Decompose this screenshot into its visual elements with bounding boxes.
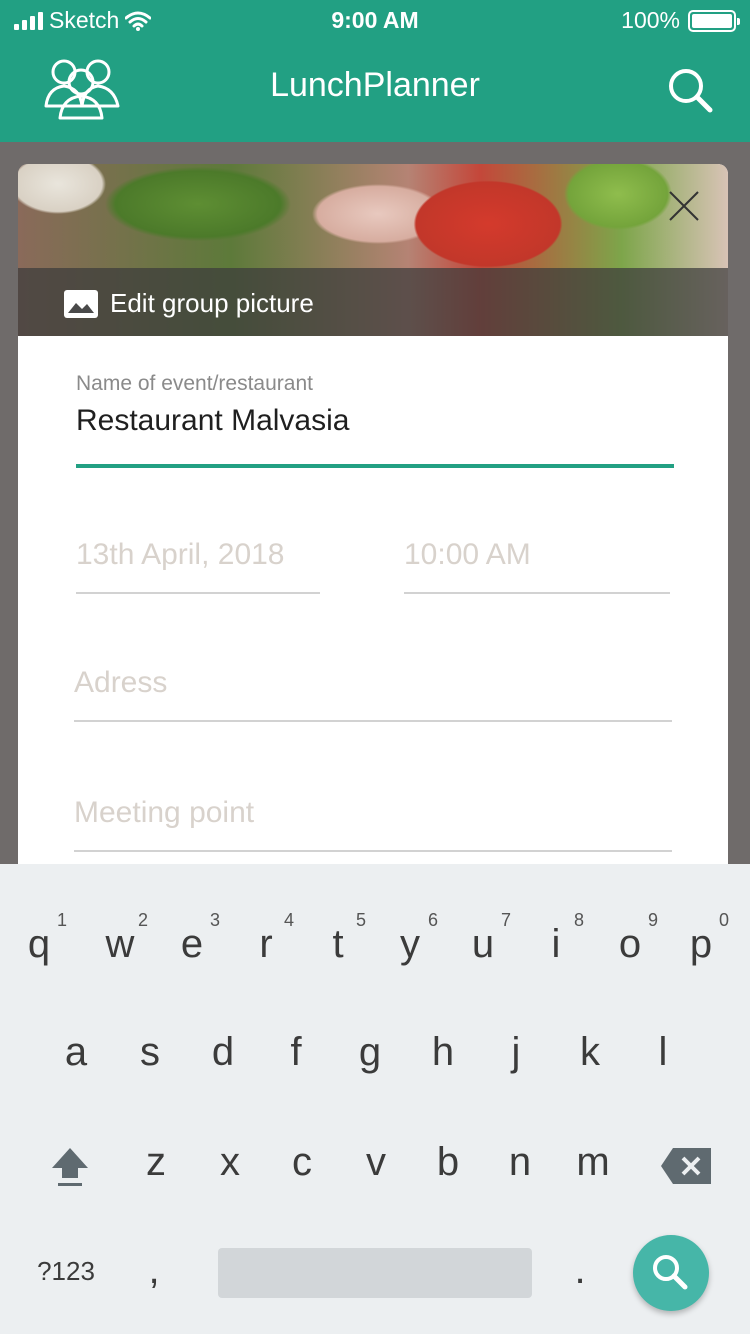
key-number-hint: 9 bbox=[647, 910, 658, 930]
key-number-hint: 4 bbox=[283, 910, 294, 930]
key-4[interactable]: 5t bbox=[308, 910, 368, 967]
key-2[interactable]: c bbox=[272, 1140, 332, 1185]
field-underline bbox=[76, 592, 320, 594]
key-7[interactable]: k bbox=[560, 1030, 620, 1075]
key-letter: l bbox=[658, 1030, 668, 1074]
status-bar: Sketch 9:00 AM 100% bbox=[0, 0, 750, 40]
date-field[interactable]: 13th April, 2018 bbox=[76, 536, 320, 594]
event-name-field[interactable]: Name of event/restaurant Restaurant Malv… bbox=[76, 372, 674, 468]
shift-key[interactable] bbox=[40, 1146, 100, 1190]
battery-icon bbox=[688, 9, 740, 32]
key-9[interactable]: 0p bbox=[671, 910, 731, 967]
symbols-key[interactable]: ?123 bbox=[26, 1256, 106, 1287]
key-2[interactable]: d bbox=[193, 1030, 253, 1075]
key-letter: v bbox=[366, 1140, 386, 1184]
event-name-value: Restaurant Malvasia bbox=[76, 404, 350, 437]
key-letter: a bbox=[64, 1030, 88, 1074]
meeting-point-field[interactable]: Meeting point bbox=[74, 794, 672, 852]
key-8[interactable]: 9o bbox=[600, 910, 660, 967]
key-number-hint: 8 bbox=[573, 910, 584, 930]
field-underline bbox=[76, 464, 674, 468]
key-5[interactable]: n bbox=[490, 1140, 550, 1185]
key-2[interactable]: 3e bbox=[162, 910, 222, 967]
search-button[interactable] bbox=[666, 66, 716, 116]
key-number-hint: 7 bbox=[500, 910, 511, 930]
key-number-hint: 0 bbox=[718, 910, 729, 930]
key-8[interactable]: l bbox=[633, 1030, 693, 1075]
key-letter: b bbox=[436, 1140, 460, 1184]
comma-key[interactable]: , bbox=[124, 1248, 184, 1293]
key-number-hint: 6 bbox=[427, 910, 438, 930]
space-key[interactable] bbox=[218, 1248, 532, 1298]
key-3[interactable]: 4r bbox=[236, 910, 296, 967]
search-icon bbox=[669, 69, 713, 113]
event-name-label: Name of event/restaurant bbox=[76, 372, 313, 395]
key-3[interactable]: f bbox=[266, 1030, 326, 1075]
key-number-hint: 2 bbox=[137, 910, 148, 930]
meeting-point-placeholder: Meeting point bbox=[74, 796, 255, 829]
key-letter: g bbox=[358, 1030, 382, 1074]
key-6[interactable]: j bbox=[486, 1030, 546, 1075]
field-underline bbox=[74, 720, 672, 722]
shift-icon bbox=[52, 1148, 88, 1186]
key-letter: h bbox=[431, 1030, 455, 1074]
key-5[interactable]: 6y bbox=[380, 910, 440, 967]
field-underline bbox=[404, 592, 670, 594]
event-card: Edit group picture Name of event/restaur… bbox=[18, 164, 728, 864]
close-icon bbox=[669, 191, 699, 221]
edit-picture-label: Edit group picture bbox=[110, 288, 314, 318]
backspace-key[interactable] bbox=[656, 1146, 716, 1190]
field-underline bbox=[74, 850, 672, 852]
key-letter: s bbox=[140, 1030, 160, 1074]
key-letter: d bbox=[211, 1030, 235, 1074]
key-6[interactable]: 7u bbox=[453, 910, 513, 967]
status-right: 100% bbox=[621, 7, 740, 34]
image-icon bbox=[64, 289, 98, 318]
period-label: . bbox=[574, 1248, 586, 1292]
comma-label: , bbox=[148, 1248, 160, 1292]
key-0[interactable]: z bbox=[126, 1140, 186, 1185]
key-1[interactable]: x bbox=[200, 1140, 260, 1185]
key-6[interactable]: m bbox=[563, 1140, 623, 1185]
key-5[interactable]: h bbox=[413, 1030, 473, 1075]
key-number-hint: 1 bbox=[56, 910, 67, 930]
key-0[interactable]: 1q bbox=[9, 910, 69, 967]
address-field[interactable]: Adress bbox=[74, 664, 672, 722]
key-1[interactable]: s bbox=[120, 1030, 180, 1075]
key-number-hint: 3 bbox=[209, 910, 220, 930]
key-4[interactable]: b bbox=[418, 1140, 478, 1185]
backspace-icon bbox=[661, 1148, 711, 1184]
key-letter: f bbox=[290, 1030, 302, 1074]
key-0[interactable]: a bbox=[46, 1030, 106, 1075]
period-key[interactable]: . bbox=[550, 1248, 610, 1293]
close-button[interactable] bbox=[664, 186, 704, 226]
keyboard: 1q 2w3e4r5t6y7u8i9o0p a s d f g h j k l z x c v b nm ?… bbox=[0, 864, 750, 1334]
time-field[interactable]: 10:00 AM bbox=[404, 536, 670, 594]
key-4[interactable]: g bbox=[340, 1030, 400, 1075]
edit-picture-button[interactable]: Edit group picture bbox=[64, 288, 314, 319]
key-number-hint: 5 bbox=[355, 910, 366, 930]
key-7[interactable]: 8i bbox=[526, 910, 586, 967]
symbols-label: ?123 bbox=[37, 1256, 95, 1286]
key-letter: j bbox=[511, 1030, 521, 1074]
key-letter: z bbox=[146, 1140, 166, 1184]
battery-percent: 100% bbox=[621, 7, 680, 33]
search-icon bbox=[653, 1255, 688, 1290]
key-letter: k bbox=[580, 1030, 600, 1074]
address-placeholder: Adress bbox=[74, 666, 168, 699]
search-fab[interactable] bbox=[633, 1235, 709, 1311]
key-letter: n bbox=[508, 1140, 532, 1184]
date-placeholder: 13th April, 2018 bbox=[76, 538, 285, 571]
key-1[interactable]: 2w bbox=[90, 910, 150, 967]
key-letter: c bbox=[292, 1140, 312, 1184]
key-letter: x bbox=[220, 1140, 240, 1184]
group-picture: Edit group picture bbox=[18, 164, 728, 336]
key-3[interactable]: v bbox=[346, 1140, 406, 1185]
time-placeholder: 10:00 AM bbox=[404, 538, 531, 571]
app-bar: LunchPlanner bbox=[0, 40, 750, 142]
key-letter: m bbox=[576, 1140, 610, 1184]
app-title: LunchPlanner bbox=[270, 66, 480, 104]
